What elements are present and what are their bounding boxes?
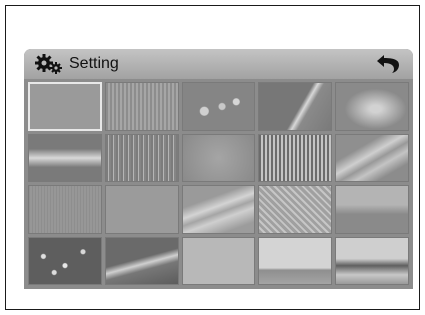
title-bar: Setting <box>24 49 413 79</box>
wallpaper-thumbnail[interactable] <box>104 133 179 182</box>
page-title: Setting <box>69 55 119 72</box>
wallpaper-grid <box>28 82 409 285</box>
wallpaper-thumbnail[interactable] <box>258 236 333 285</box>
gears-icon <box>35 54 62 74</box>
wallpaper-thumbnail[interactable] <box>258 185 333 234</box>
wallpaper-thumbnail[interactable] <box>28 185 102 234</box>
wallpaper-thumbnail[interactable] <box>335 185 409 234</box>
settings-panel: Setting <box>24 49 413 289</box>
wallpaper-thumbnail[interactable] <box>28 236 102 285</box>
back-arrow-icon[interactable] <box>375 53 401 75</box>
wallpaper-thumbnail[interactable] <box>258 133 333 182</box>
wallpaper-thumbnail[interactable] <box>335 82 409 131</box>
wallpaper-thumbnail[interactable] <box>181 236 256 285</box>
wallpaper-thumbnail[interactable] <box>181 82 256 131</box>
wallpaper-thumbnail[interactable] <box>104 236 179 285</box>
device-frame: Setting <box>5 5 420 310</box>
wallpaper-thumbnail[interactable] <box>335 236 409 285</box>
wallpaper-thumbnail[interactable] <box>181 133 256 182</box>
wallpaper-thumbnail[interactable] <box>335 133 409 182</box>
wallpaper-thumbnail[interactable] <box>28 82 102 131</box>
wallpaper-thumbnail[interactable] <box>258 82 333 131</box>
wallpaper-thumbnail[interactable] <box>28 133 102 182</box>
wallpaper-thumbnail[interactable] <box>104 82 179 131</box>
wallpaper-thumbnail[interactable] <box>104 185 179 234</box>
wallpaper-thumbnail[interactable] <box>181 185 256 234</box>
